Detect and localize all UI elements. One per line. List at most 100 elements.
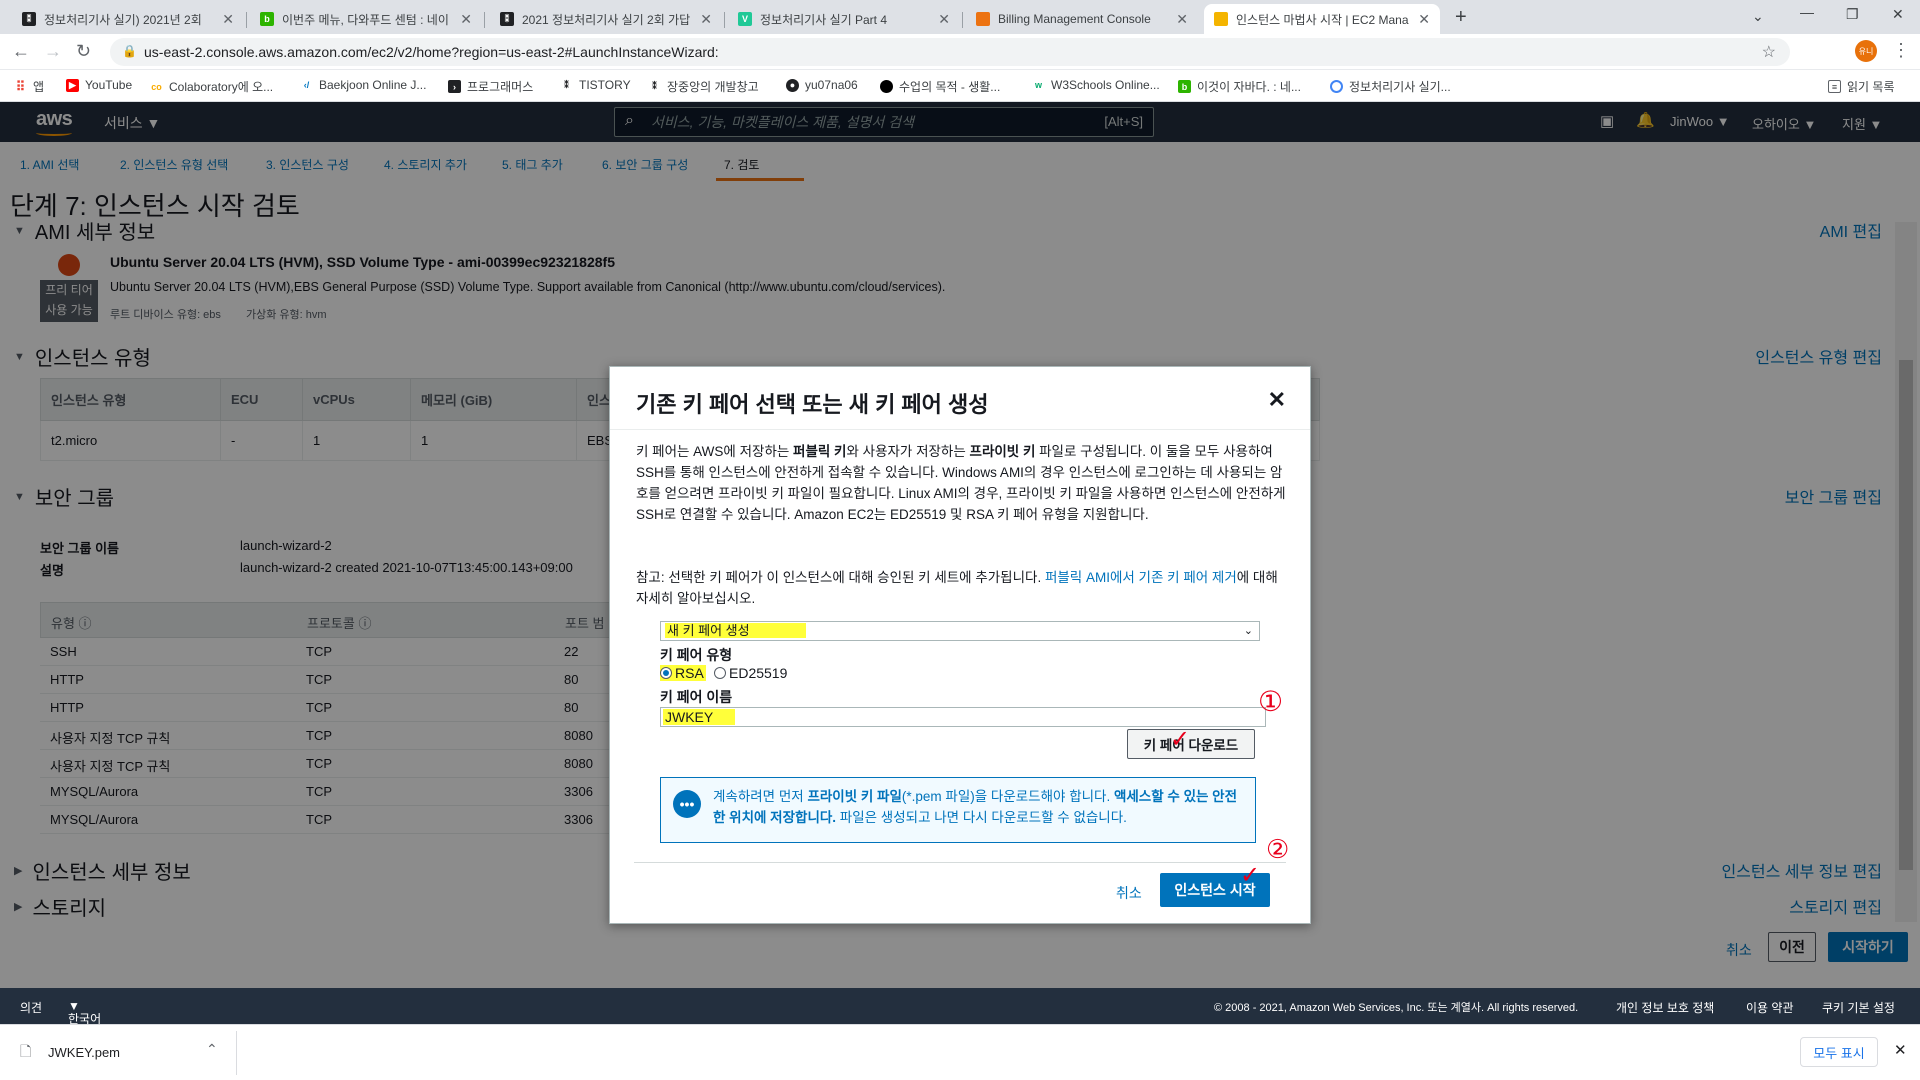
feedback-link[interactable]: 의견 bbox=[20, 999, 42, 1016]
bookmark-label: 수업의 목적 - 생활... bbox=[899, 80, 1001, 94]
tab-search-icon[interactable]: ⌄ bbox=[1752, 8, 1764, 25]
github-icon: ● bbox=[786, 78, 799, 92]
minimize-icon[interactable]: — bbox=[1800, 4, 1814, 20]
radio-label: RSA bbox=[675, 665, 704, 681]
selected-option: 새 키 페어 생성 bbox=[665, 623, 806, 638]
browser-tab[interactable]: Billing Management Console ✕ bbox=[966, 4, 1198, 34]
lock-icon: 🔒 bbox=[122, 44, 137, 58]
para-text: 와 사용자가 저장하는 bbox=[846, 444, 970, 459]
close-shelf-icon[interactable]: ✕ bbox=[1894, 1041, 1907, 1059]
info-chat-icon: ••• bbox=[673, 790, 701, 818]
bookmark-programmers[interactable]: › 프로그래머스 bbox=[448, 78, 533, 95]
key-pair-explanation: 키 페어는 AWS에 저장하는 퍼블릭 키와 사용자가 저장하는 프라이빗 키 … bbox=[636, 441, 1288, 525]
key-pair-action-select[interactable]: 새 키 페어 생성 ⌄ bbox=[660, 621, 1260, 641]
bookmark-github[interactable]: ● yu07na06 bbox=[786, 78, 858, 92]
bookmark-label: Colaboratory에 오... bbox=[169, 80, 274, 94]
annotation-two: ② bbox=[1266, 835, 1290, 865]
profile-avatar[interactable]: 유니 bbox=[1855, 40, 1877, 62]
browser-tab[interactable]: ⁑ 정보처리기사 실기) 2021년 2회 ✕ bbox=[12, 4, 244, 34]
programmers-icon: › bbox=[448, 80, 461, 93]
reading-list[interactable]: ≡ 읽기 목록 bbox=[1828, 78, 1895, 95]
search-bookmark-icon bbox=[1330, 80, 1343, 93]
close-window-icon[interactable]: ✕ bbox=[1892, 6, 1904, 23]
new-tab-icon[interactable]: + bbox=[1455, 6, 1467, 29]
tab-title: 정보처리기사 실기) 2021년 2회 bbox=[44, 12, 202, 27]
downloaded-file-name[interactable]: JWKEY.pem bbox=[48, 1045, 120, 1060]
bookmark-dev-blog[interactable]: ⁑ 장중앙의 개발창고 bbox=[648, 78, 758, 95]
w3schools-icon: w bbox=[1034, 80, 1042, 90]
browser-tab[interactable]: V 정보처리기사 실기 Part 4 ✕ bbox=[728, 4, 960, 34]
show-all-downloads-button[interactable]: 모두 표시 bbox=[1800, 1037, 1878, 1067]
bookmark-label: TISTORY bbox=[579, 78, 631, 92]
bookmark-label: 앱 bbox=[33, 80, 45, 94]
tab-favicon-icon: ⁑ bbox=[500, 12, 514, 26]
restore-icon[interactable]: ❐ bbox=[1846, 6, 1859, 23]
close-tab-icon[interactable]: ✕ bbox=[460, 11, 472, 28]
close-tab-icon[interactable]: ✕ bbox=[1418, 11, 1430, 28]
chevron-down-icon: ⌄ bbox=[1243, 625, 1253, 637]
tab-title: 정보처리기사 실기 Part 4 bbox=[760, 12, 888, 27]
bookmark-apps[interactable]: ⠿ 앱 bbox=[14, 78, 44, 95]
privacy-link[interactable]: 개인 정보 보호 정책 bbox=[1616, 999, 1714, 1016]
bookmark-colab[interactable]: co Colaboratory에 오... bbox=[150, 78, 273, 95]
remove-key-pair-link[interactable]: 퍼블릭 AMI에서 기존 키 페어 제거 bbox=[1045, 570, 1237, 585]
cancel-button[interactable]: 취소 bbox=[1116, 883, 1142, 903]
tab-favicon-icon: b bbox=[260, 12, 274, 26]
warning-part: 파일은 생성되고 나면 다시 다운로드할 수 없습니다. bbox=[836, 810, 1127, 825]
close-tab-icon[interactable]: ✕ bbox=[222, 11, 234, 28]
bookmark-java-book[interactable]: b 이것이 자바다. : 네... bbox=[1178, 78, 1301, 95]
radio-unselected-icon bbox=[714, 667, 726, 679]
para-text: 키 페어는 AWS에 저장하는 bbox=[636, 444, 794, 459]
tab-title: 이번주 메뉴, 다와푸드 센텀 : 네이 bbox=[282, 12, 449, 27]
reading-list-label: 읽기 목록 bbox=[1847, 80, 1895, 94]
close-tab-icon[interactable]: ✕ bbox=[700, 11, 712, 28]
youtube-icon: ▶ bbox=[66, 78, 79, 92]
console-footer: 의견 한국어 ▼ © 2008 - 2021, Amazon Web Servi… bbox=[0, 988, 1920, 1026]
apps-grid-icon: ⠿ bbox=[15, 78, 26, 94]
tab-favicon-icon: V bbox=[738, 12, 752, 26]
key-name-label: 키 페어 이름 bbox=[660, 689, 733, 705]
download-warning-box: ••• 계속하려면 먼저 프라이빗 키 파일(*.pem 파일)을 다운로드해야… bbox=[660, 777, 1256, 843]
url-text: us-east-2.console.aws.amazon.com/ec2/v2/… bbox=[144, 44, 719, 60]
file-icon: 🗋 bbox=[20, 1043, 32, 1059]
download-key-pair-button[interactable]: 키 페어 다운로드 bbox=[1127, 729, 1255, 759]
radio-label: ED25519 bbox=[729, 665, 788, 681]
browser-menu-icon[interactable]: ⋮ bbox=[1892, 40, 1910, 61]
bookmark-label: yu07na06 bbox=[805, 78, 858, 92]
key-pair-name-input[interactable]: JWKEY bbox=[660, 707, 1266, 727]
key-pair-dialog: 기존 키 페어 선택 또는 새 키 페어 생성 ✕ 키 페어는 AWS에 저장하… bbox=[609, 366, 1311, 924]
chevron-up-icon[interactable]: ⌃ bbox=[206, 1041, 218, 1058]
radio-ed25519[interactable]: ED25519 bbox=[714, 665, 787, 681]
download-shelf: 🗋 JWKEY.pem ⌃ 모두 표시 ✕ bbox=[0, 1024, 1920, 1080]
forward-icon[interactable]: → bbox=[44, 42, 62, 60]
bookmark-youtube[interactable]: ▶ YouTube bbox=[66, 78, 132, 92]
baekjoon-icon: ‹/ bbox=[303, 80, 310, 90]
colab-icon: co bbox=[151, 81, 162, 92]
radio-rsa[interactable]: RSA bbox=[660, 665, 706, 681]
browser-tab[interactable]: ⁑ 2021 정보처리기사 실기 2회 가답 ✕ bbox=[490, 4, 722, 34]
reload-icon[interactable]: ↻ bbox=[76, 42, 91, 60]
bookmark-star-icon[interactable]: ☆ bbox=[1762, 42, 1776, 62]
bookmark-label: 정보처리기사 실기... bbox=[1349, 80, 1451, 94]
close-icon[interactable]: ✕ bbox=[1268, 387, 1286, 413]
browser-tab[interactable]: b 이번주 메뉴, 다와푸드 센텀 : 네이 ✕ bbox=[250, 4, 482, 34]
bookmark-lesson[interactable]: 수업의 목적 - 생활... bbox=[880, 78, 1000, 95]
copyright: © 2008 - 2021, Amazon Web Services, Inc.… bbox=[1214, 1002, 1579, 1014]
browser-tab-active[interactable]: 인스턴스 마법사 시작 | EC2 Mana ✕ bbox=[1204, 4, 1440, 34]
close-tab-icon[interactable]: ✕ bbox=[938, 11, 950, 28]
cookie-preferences-link[interactable]: 쿠키 기본 설정 bbox=[1822, 999, 1895, 1016]
bookmark-label: 이것이 자바다. : 네... bbox=[1197, 80, 1301, 94]
bookmark-baekjoon[interactable]: ‹/ Baekjoon Online J... bbox=[300, 78, 427, 92]
bookmark-w3schools[interactable]: w W3Schools Online... bbox=[1032, 78, 1160, 92]
warning-part: (*.pem 파일)을 다운로드해야 합니다. bbox=[901, 789, 1114, 804]
language-selector[interactable]: 한국어 ▼ bbox=[68, 999, 101, 1026]
close-tab-icon[interactable]: ✕ bbox=[1176, 11, 1188, 28]
bookmark-exam[interactable]: 정보처리기사 실기... bbox=[1330, 78, 1451, 95]
tab-favicon-icon bbox=[1214, 12, 1228, 26]
bookmark-tistory[interactable]: ⁑ TISTORY bbox=[560, 78, 631, 92]
terms-link[interactable]: 이용 약관 bbox=[1746, 999, 1794, 1016]
address-bar[interactable]: 🔒 us-east-2.console.aws.amazon.com/ec2/v… bbox=[110, 38, 1790, 66]
back-icon[interactable]: ← bbox=[12, 42, 30, 60]
para-text: 참고: 선택한 키 페어가 이 인스턴스에 대해 승인된 키 세트에 추가됩니다… bbox=[636, 570, 1045, 585]
checkmark-annotation-icon: ✓ bbox=[1170, 725, 1191, 753]
